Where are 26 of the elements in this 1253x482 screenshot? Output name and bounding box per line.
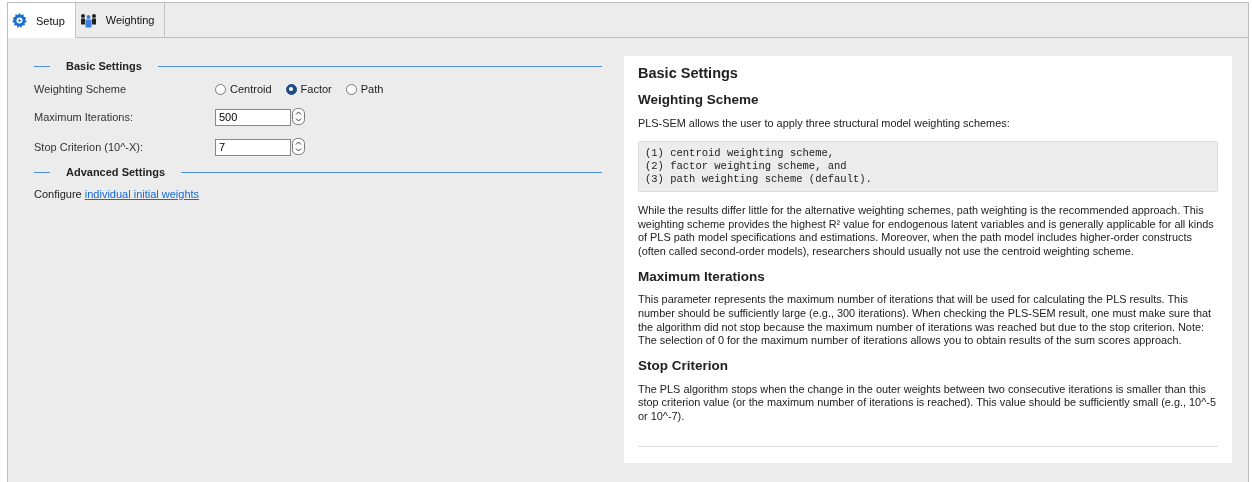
tab[interactable]: Setup [8,3,76,38]
people-icon [79,12,97,28]
help-title: Basic Settings [638,64,739,83]
help-paragraph: This parameter represents the maximum number of iterations that will be used for calculating the PLS results. This number should be sufficiently large (e.g., 300 iterations). When checking the PLS-SEM result, one must make sure that the algorithm did not stop because the maximum number of iterations was reached but due to the stop criterion. Note: The selection of 0 for the maximum number of iterations allows you to obtain results of the sum scores approach. [638,293,1213,348]
radio-button[interactable]: Centroid [215,83,272,95]
help-paragraph: The PLS algorithm stops when the change in the outer weights between two consecutive iterations is smaller than this stop criterion value (or the maximum number of iterations is reached). This value should be sufficiently small (e.g., 10^-5 or 10^-7). [638,382,1217,424]
number-field[interactable]: 500 [215,108,291,126]
spinner-icon[interactable] [292,107,305,125]
help-heading: Weighting Scheme [638,92,760,109]
help-paragraph: PLS-SEM allows the user to apply three structural model weighting schemes: [638,117,1011,131]
weights-link[interactable]: individual initial weights [84,188,200,200]
field-label: Weighting Scheme [34,83,128,95]
help-paragraph: While the results differ little for the alternative weighting schemes, path weighting is the recommended approach. This weighting scheme provides the highest R² value for endogenous latent variables and is generally applicable for all kinds of PLS path model specifications and estimations. Moreover, when the path model includes higher-order constructs (often called second-order models), researchers should usually not use the centroid weighting scheme. [638,204,1215,259]
gear-icon [12,13,27,28]
number-field[interactable]: 7 [215,138,291,156]
configure-text: Configure [34,188,83,200]
field-label: Stop Criterion (10^-X): [34,141,145,153]
section-title: Advanced Settings [65,166,167,178]
help-heading: Maximum Iterations [638,268,766,286]
spinner-icon[interactable] [292,137,305,155]
field-label: Maximum Iterations: [34,111,135,123]
code-block: (1) centroid weighting scheme, (2) factor weighting scheme, and (3) path weighting scheme (default). [638,140,1218,192]
radio-button[interactable]: Factor [285,83,332,95]
help-heading: Stop Criterion [638,357,729,375]
radio-button[interactable]: Path [345,83,384,95]
section-title: Basic Settings [65,60,143,72]
